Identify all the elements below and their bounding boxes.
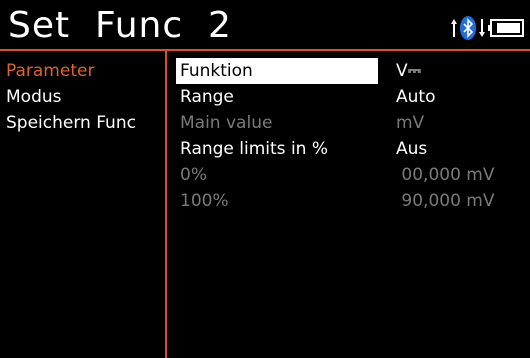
status-bar <box>450 16 524 40</box>
menu-item-modus[interactable]: Modus <box>6 84 164 110</box>
header-divider <box>0 49 530 51</box>
param-row-0-percent: 0% 00,000 mV <box>176 162 530 188</box>
param-value: Aus <box>396 139 428 159</box>
param-label: Main value <box>180 113 273 133</box>
param-label: Funktion <box>176 58 378 84</box>
left-menu: Parameter Modus Speichern Func <box>6 58 164 136</box>
param-label: 0% <box>180 165 207 185</box>
param-row-funktion[interactable]: Funktion V⎓ <box>176 58 530 84</box>
param-row-100-percent: 100% 90,000 mV <box>176 188 530 214</box>
bluetooth-icon <box>460 16 476 40</box>
param-value: 90,000 mV <box>396 191 495 211</box>
page-title: Set Func 2 <box>8 5 232 46</box>
menu-item-speichern-func[interactable]: Speichern Func <box>6 110 164 136</box>
up-arrow-icon <box>451 19 457 37</box>
param-label: Range <box>180 87 234 107</box>
panel-divider <box>165 50 167 358</box>
param-label: Range limits in % <box>180 139 328 159</box>
param-label: 100% <box>180 191 229 211</box>
param-row-range-limits[interactable]: Range limits in % Aus <box>176 136 530 162</box>
param-value: mV <box>396 113 425 133</box>
param-row-main-value: Main value mV <box>176 110 530 136</box>
parameter-list: Funktion V⎓ Range Auto Main value mV Ran… <box>176 58 530 214</box>
menu-item-parameter[interactable]: Parameter <box>6 58 164 84</box>
param-value: V⎓ <box>396 61 422 81</box>
param-value: Auto <box>396 87 436 107</box>
param-row-range[interactable]: Range Auto <box>176 84 530 110</box>
down-arrow-icon <box>479 19 485 37</box>
battery-icon <box>488 19 524 37</box>
param-value: 00,000 mV <box>396 165 495 185</box>
